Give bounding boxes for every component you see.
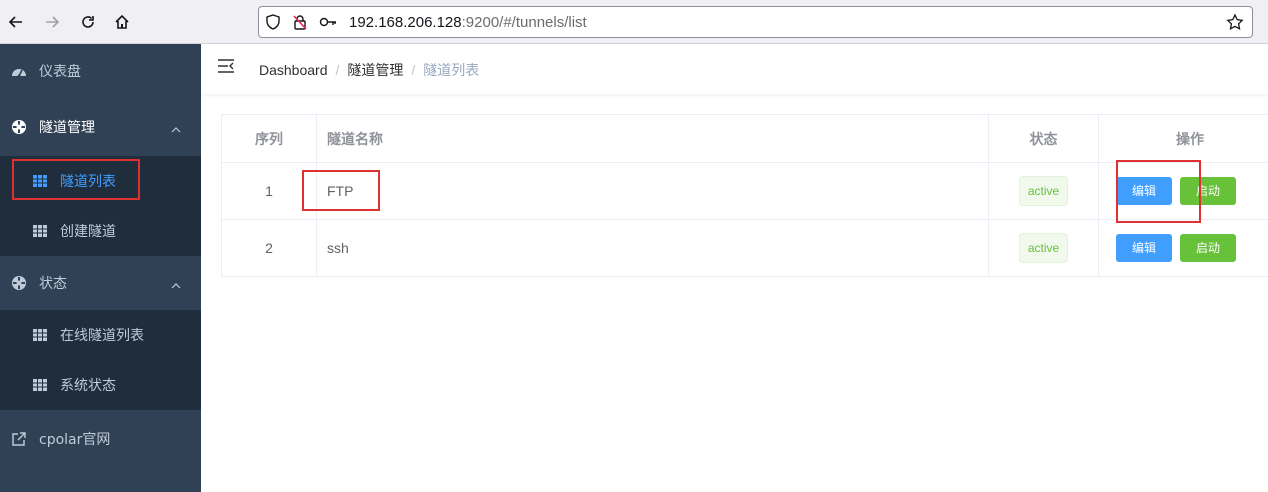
row-name: ssh [316, 219, 989, 277]
column-header-status: 状态 [988, 114, 1099, 163]
breadcrumb: Dashboard / 隧道管理 / 隧道列表 [259, 60, 479, 80]
breadcrumb-separator: / [335, 62, 340, 78]
sidebar-item-label: 在线隧道列表 [60, 328, 144, 344]
shield-icon[interactable] [265, 14, 281, 34]
breadcrumb-tunnel-manage[interactable]: 隧道管理 [347, 60, 403, 80]
dashboard-icon [11, 63, 27, 79]
edit-button[interactable]: 编辑 [1116, 234, 1172, 262]
browser-toolbar: 192.168.206.128:9200/#/tunnels/list [0, 0, 1268, 44]
start-button[interactable]: 启动 [1180, 177, 1236, 205]
reload-icon[interactable] [76, 10, 100, 34]
column-header-index: 序列 [221, 114, 317, 163]
status-badge: active [1018, 176, 1069, 206]
url-text[interactable]: 192.168.206.128:9200/#/tunnels/list [349, 14, 587, 31]
chevron-up-icon [171, 277, 181, 293]
tunnel-manage-icon [11, 119, 27, 135]
breadcrumb-separator: / [411, 62, 416, 78]
row-status-cell: active [988, 162, 1099, 220]
row-actions: 编辑 启动 [1098, 219, 1268, 277]
home-icon[interactable] [110, 10, 134, 34]
sidebar-item-label: 仪表盘 [39, 64, 81, 80]
table-icon [32, 223, 48, 239]
column-header-name: 隧道名称 [316, 114, 989, 163]
sidebar: 仪表盘 隧道管理 隧道列表 创建隧道 状态 在线隧道列表 系统状态 cpolar… [0, 44, 201, 492]
sidebar-item-label: 创建隧道 [60, 224, 116, 240]
table-icon [32, 377, 48, 393]
top-navbar: Dashboard / 隧道管理 / 隧道列表 [201, 44, 1268, 94]
url-path: :9200/#/tunnels/list [461, 14, 587, 31]
key-icon[interactable] [319, 15, 337, 33]
sidebar-item-label: 隧道管理 [39, 120, 95, 136]
start-button[interactable]: 启动 [1180, 234, 1236, 262]
sidebar-item-label: 隧道列表 [60, 174, 116, 190]
breadcrumb-dashboard[interactable]: Dashboard [259, 62, 328, 78]
sidebar-item-status[interactable]: 状态 [0, 258, 201, 308]
chevron-up-icon [171, 121, 181, 137]
sidebar-item-cpolar-site[interactable]: cpolar官网 [0, 414, 201, 464]
status-badge: active [1018, 233, 1069, 263]
insecure-lock-icon[interactable] [292, 14, 308, 34]
external-link-icon [11, 431, 27, 447]
row-name: FTP [316, 162, 989, 220]
address-bar[interactable]: 192.168.206.128:9200/#/tunnels/list [258, 6, 1253, 38]
breadcrumb-tunnel-list: 隧道列表 [423, 62, 480, 78]
back-arrow-icon[interactable] [4, 10, 28, 34]
sidebar-item-system-status[interactable]: 系统状态 [0, 360, 201, 410]
table-row: 1 FTP active 编辑 启动 [221, 162, 1268, 220]
table-icon [32, 327, 48, 343]
row-actions: 编辑 启动 [1098, 162, 1268, 220]
sidebar-item-label: cpolar官网 [39, 432, 111, 448]
sidebar-item-tunnel-manage[interactable]: 隧道管理 [0, 102, 201, 152]
sidebar-item-online-tunnels[interactable]: 在线隧道列表 [0, 310, 201, 360]
tunnel-table: 序列 隧道名称 状态 操作 1 FTP active 编辑 启动 2 ssh a… [221, 114, 1268, 277]
bookmark-star-icon[interactable] [1226, 13, 1244, 35]
sidebar-item-dashboard[interactable]: 仪表盘 [0, 46, 201, 96]
sidebar-item-tunnel-list[interactable]: 隧道列表 [0, 156, 201, 206]
sidebar-item-label: 状态 [39, 276, 67, 292]
row-index: 2 [221, 219, 317, 277]
forward-arrow-icon[interactable] [40, 10, 64, 34]
main-content: Dashboard / 隧道管理 / 隧道列表 序列 隧道名称 状态 操作 1 … [201, 44, 1268, 492]
status-icon [11, 275, 27, 291]
table-row: 2 ssh active 编辑 启动 [221, 219, 1268, 277]
row-status-cell: active [988, 219, 1099, 277]
column-header-actions: 操作 [1098, 114, 1268, 163]
row-index: 1 [221, 162, 317, 220]
table-header-row: 序列 隧道名称 状态 操作 [221, 114, 1268, 163]
hamburger-icon[interactable] [217, 58, 235, 78]
url-host: 192.168.206.128 [349, 14, 462, 31]
edit-button[interactable]: 编辑 [1116, 177, 1172, 205]
sidebar-item-label: 系统状态 [60, 378, 116, 394]
table-icon [32, 173, 48, 189]
sidebar-item-create-tunnel[interactable]: 创建隧道 [0, 206, 201, 256]
